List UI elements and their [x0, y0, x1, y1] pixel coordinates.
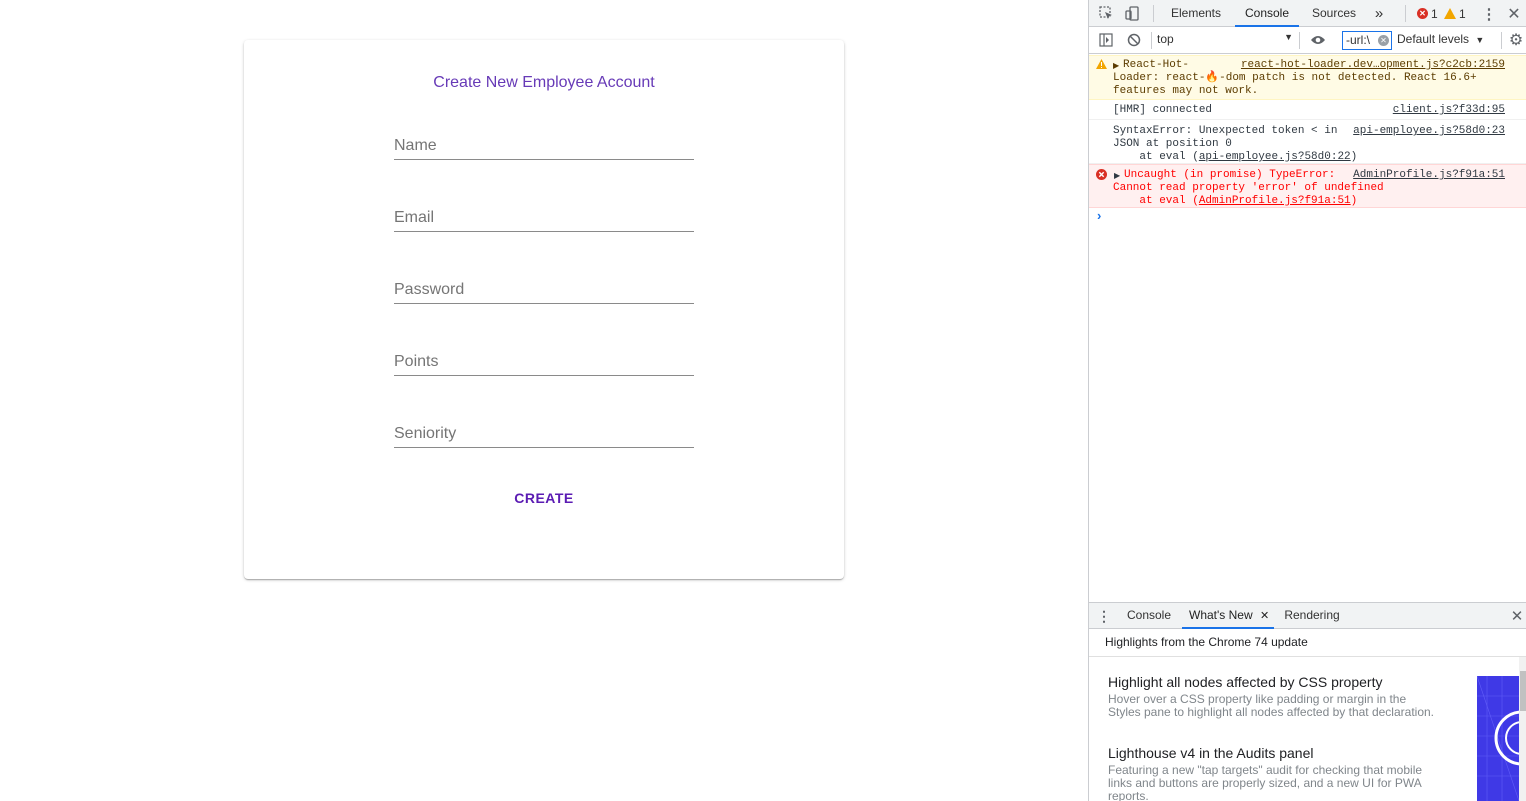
- error-count: 1: [1431, 6, 1438, 21]
- drawer-tab-console[interactable]: Console: [1119, 602, 1179, 629]
- stack-suffix: ): [1350, 195, 1358, 207]
- drawer-tab-rendering[interactable]: Rendering: [1279, 602, 1345, 629]
- message-source-link[interactable]: react-hot-loader.dev…opment.js?c2cb:2159: [1241, 59, 1505, 72]
- console-messages: ▶ react-hot-loader.dev…opment.js?c2cb:21…: [1089, 55, 1526, 208]
- app-page: Create New Employee Account CREATE: [0, 0, 1088, 801]
- close-devtools-icon[interactable]: ✕: [1506, 5, 1522, 23]
- email-field[interactable]: [394, 192, 694, 232]
- warning-icon: [1096, 59, 1107, 74]
- tab-elements[interactable]: Elements: [1161, 0, 1231, 27]
- whats-new-list: Highlight all nodes affected by CSS prop…: [1089, 657, 1526, 801]
- create-button[interactable]: CREATE: [494, 484, 594, 512]
- message-line: Loader: react-🔥-dom patch is not detecte…: [1113, 72, 1477, 84]
- console-filter-bar: top ▼ -url:\ ✕ Default levels ▼ ⚙: [1089, 27, 1526, 54]
- stack-line: at eval (api-employee.js?58d0:22): [1089, 151, 1526, 164]
- name-input[interactable]: [394, 137, 694, 155]
- stack-prefix: at eval (: [1113, 195, 1199, 207]
- error-count-badge[interactable]: ✕ 1: [1417, 6, 1438, 21]
- points-field[interactable]: [394, 336, 694, 376]
- news-thumbnail-image: [1477, 676, 1519, 801]
- whats-new-subtitle: Highlights from the Chrome 74 update: [1089, 629, 1526, 657]
- seniority-input[interactable]: [394, 425, 694, 443]
- drawer-tab-whats-new[interactable]: What's New ✕: [1182, 602, 1274, 629]
- toolbar-divider: [1405, 5, 1406, 22]
- seniority-field[interactable]: [394, 408, 694, 448]
- news-description: Hover over a CSS property like padding o…: [1108, 692, 1434, 719]
- message-source-link[interactable]: AdminProfile.js?f91a:51: [1353, 169, 1505, 182]
- clear-filter-icon[interactable]: ✕: [1378, 35, 1389, 46]
- toolbar-divider: [1501, 32, 1502, 49]
- sidebar-toggle-icon[interactable]: [1098, 32, 1114, 48]
- tab-console[interactable]: Console: [1235, 0, 1299, 27]
- create-employee-card: Create New Employee Account CREATE: [244, 40, 844, 579]
- inspect-element-icon[interactable]: [1098, 5, 1114, 21]
- close-drawer-icon[interactable]: ✕: [1509, 607, 1525, 625]
- toolbar-divider: [1151, 32, 1152, 49]
- password-input[interactable]: [394, 281, 694, 299]
- context-select[interactable]: top ▼: [1157, 32, 1293, 49]
- console-message-warning[interactable]: ▶ react-hot-loader.dev…opment.js?c2cb:21…: [1089, 55, 1526, 100]
- news-item[interactable]: Lighthouse v4 in the Audits panel Featur…: [1108, 745, 1438, 801]
- news-title: Lighthouse v4 in the Audits panel: [1108, 745, 1314, 761]
- log-levels-dropdown[interactable]: Default levels ▼: [1397, 32, 1484, 46]
- devtools-panel: Elements Console Sources » ✕ 1 1 ⋮ ✕ top…: [1088, 0, 1526, 801]
- news-title: Highlight all nodes affected by CSS prop…: [1108, 674, 1383, 690]
- drawer-menu-icon[interactable]: ⋮: [1097, 608, 1111, 625]
- message-source-link[interactable]: client.js?f33d:95: [1393, 104, 1505, 117]
- device-toolbar-icon[interactable]: [1124, 5, 1140, 21]
- filter-value: -url:\: [1346, 33, 1370, 47]
- customize-menu-icon[interactable]: ⋮: [1481, 5, 1497, 23]
- chevron-down-icon: ▼: [1475, 35, 1485, 45]
- expand-triangle-icon[interactable]: ▶: [1114, 170, 1120, 183]
- warning-count: 1: [1459, 6, 1466, 21]
- stack-suffix: ): [1350, 151, 1358, 163]
- message-line: JSON at position 0: [1113, 138, 1232, 150]
- warning-icon: [1444, 8, 1456, 19]
- console-message-error[interactable]: ▶ AdminProfile.js?f91a:51 Uncaught (in p…: [1089, 164, 1526, 208]
- live-expression-eye-icon[interactable]: [1309, 32, 1327, 48]
- levels-value: Default levels: [1397, 32, 1470, 46]
- news-item[interactable]: Highlight all nodes affected by CSS prop…: [1108, 674, 1438, 719]
- name-field[interactable]: [394, 120, 694, 160]
- context-value: top: [1157, 32, 1174, 46]
- news-description: Featuring a new "tap targets" audit for …: [1108, 763, 1423, 801]
- expand-triangle-icon[interactable]: ▶: [1113, 60, 1119, 73]
- drawer-tab-whats-new-label: What's New: [1189, 608, 1253, 622]
- clear-console-icon[interactable]: [1126, 32, 1142, 48]
- chevron-down-icon: ▼: [1284, 32, 1293, 42]
- points-input[interactable]: [394, 353, 694, 371]
- stack-link[interactable]: api-employee.js?58d0:22: [1199, 151, 1351, 163]
- form-title: Create New Employee Account: [433, 74, 655, 91]
- more-tabs-icon[interactable]: »: [1371, 0, 1387, 27]
- filter-input[interactable]: -url:\ ✕: [1342, 31, 1392, 50]
- stack-link[interactable]: AdminProfile.js?f91a:51: [1199, 195, 1351, 207]
- email-input[interactable]: [394, 209, 694, 227]
- drawer-tabbar: ⋮ Console What's New ✕ Rendering ✕: [1089, 602, 1526, 629]
- error-icon: ✕: [1417, 8, 1428, 19]
- scrollbar-thumb[interactable]: [1520, 671, 1526, 711]
- message-line: features may not work.: [1113, 85, 1259, 97]
- console-settings-gear-icon[interactable]: ⚙: [1507, 31, 1525, 49]
- message-line: Cannot read property 'error' of undefine…: [1113, 182, 1384, 194]
- stack-line: at eval (AdminProfile.js?f91a:51): [1089, 195, 1526, 208]
- stack-prefix: at eval (: [1113, 151, 1199, 163]
- console-message-log[interactable]: client.js?f33d:95 [HMR] connected: [1089, 100, 1526, 120]
- devtools-toolbar: Elements Console Sources » ✕ 1 1 ⋮ ✕: [1089, 0, 1526, 27]
- warning-count-badge[interactable]: 1: [1444, 6, 1466, 21]
- password-field[interactable]: [394, 264, 694, 304]
- toolbar-divider: [1153, 5, 1154, 22]
- whats-new-scrollbar[interactable]: [1519, 657, 1526, 801]
- tab-sources[interactable]: Sources: [1303, 0, 1365, 27]
- close-tab-icon[interactable]: ✕: [1260, 610, 1269, 622]
- message-source-link[interactable]: api-employee.js?58d0:23: [1353, 125, 1505, 138]
- console-prompt[interactable]: ›: [1097, 208, 1101, 223]
- console-message-log[interactable]: api-employee.js?58d0:23 SyntaxError: Une…: [1089, 120, 1526, 164]
- toolbar-divider: [1299, 32, 1300, 49]
- error-icon: [1096, 169, 1107, 185]
